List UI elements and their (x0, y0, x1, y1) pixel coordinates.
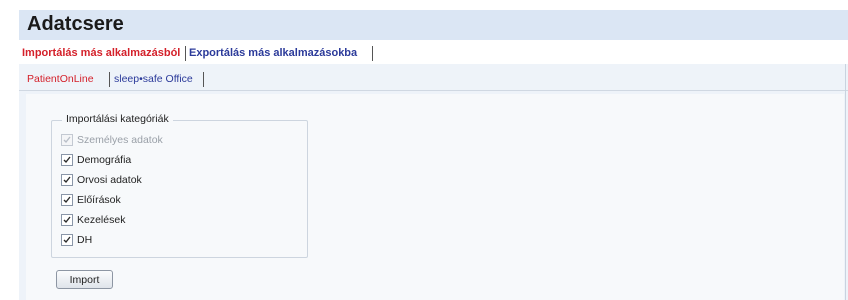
checkbox[interactable] (61, 214, 73, 226)
tab-separator (109, 72, 110, 87)
checkbox[interactable] (61, 234, 73, 246)
checkbox[interactable] (61, 194, 73, 206)
category-treatments[interactable]: Kezelések (61, 213, 125, 227)
import-button[interactable]: Import (56, 270, 113, 289)
tab-import-from-application[interactable]: Importálás más alkalmazásból (22, 47, 180, 59)
title-bar: Adatcsere (19, 10, 848, 40)
category-prescriptions[interactable]: Előírások (61, 193, 121, 207)
category-dh[interactable]: DH (61, 233, 92, 247)
category-demographics[interactable]: Demográfia (61, 153, 131, 167)
checkbox[interactable] (61, 174, 73, 186)
checkmark-icon (63, 156, 71, 164)
category-personal-data: Személyes adatok (61, 133, 163, 147)
content-right-border (845, 64, 846, 300)
checkmark-icon (63, 216, 71, 224)
checkmark-icon (63, 136, 71, 144)
tab-separator (185, 46, 186, 61)
checkmark-icon (63, 196, 71, 204)
tab-sleep-safe-office[interactable]: sleep•safe Office (114, 73, 193, 85)
checkbox (61, 134, 73, 146)
checkbox-label: Orvosi adatok (77, 174, 142, 186)
tab-patientonline[interactable]: PatientOnLine (27, 73, 94, 85)
import-categories-group: Importálási kategóriák Személyes adatok … (51, 113, 308, 258)
data-exchange-page: Adatcsere Importálás más alkalmazásból E… (19, 0, 848, 300)
tab-separator (372, 46, 373, 61)
import-panel: Importálási kategóriák Személyes adatok … (26, 94, 844, 300)
checkbox-label: Előírások (77, 194, 121, 206)
checkbox-label: Kezelések (77, 214, 126, 226)
import-categories-legend: Importálási kategóriák (62, 113, 173, 125)
checkmark-icon (63, 236, 71, 244)
sub-tab-bar: PatientOnLine sleep•safe Office (19, 70, 848, 91)
checkbox-label: Demográfia (77, 154, 132, 166)
tab-separator (203, 72, 204, 87)
checkbox[interactable] (61, 154, 73, 166)
category-medical-data[interactable]: Orvosi adatok (61, 173, 142, 187)
checkbox-label: DH (77, 234, 93, 246)
tab-export-to-applications[interactable]: Exportálás más alkalmazásokba (189, 47, 357, 59)
page-title: Adatcsere (27, 13, 124, 35)
main-tab-bar: Importálás más alkalmazásból Exportálás … (19, 44, 848, 65)
content-area: PatientOnLine sleep•safe Office Importál… (19, 64, 848, 300)
checkbox-label: Személyes adatok (77, 134, 163, 146)
checkmark-icon (63, 176, 71, 184)
